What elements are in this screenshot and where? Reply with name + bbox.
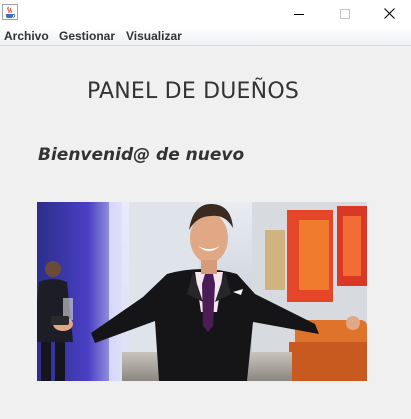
java-cup-icon [2, 4, 18, 20]
welcome-message: Bienvenid@ de nuevo [38, 145, 245, 165]
panel-title: PANEL DE DUEÑOS [86, 79, 300, 104]
minimize-button[interactable] [276, 0, 322, 27]
menu-bar: Archivo Gestionar Visualizar [0, 27, 411, 46]
close-icon [383, 8, 395, 19]
menu-archivo[interactable]: Archivo [4, 29, 49, 43]
maximize-icon [340, 8, 350, 19]
title-bar [0, 0, 411, 27]
minimize-icon [294, 13, 304, 15]
owner-photo [37, 202, 367, 381]
menu-gestionar[interactable]: Gestionar [59, 29, 115, 43]
close-button[interactable] [366, 0, 411, 27]
menu-visualizar[interactable]: Visualizar [126, 29, 182, 43]
maximize-button[interactable] [322, 0, 368, 27]
